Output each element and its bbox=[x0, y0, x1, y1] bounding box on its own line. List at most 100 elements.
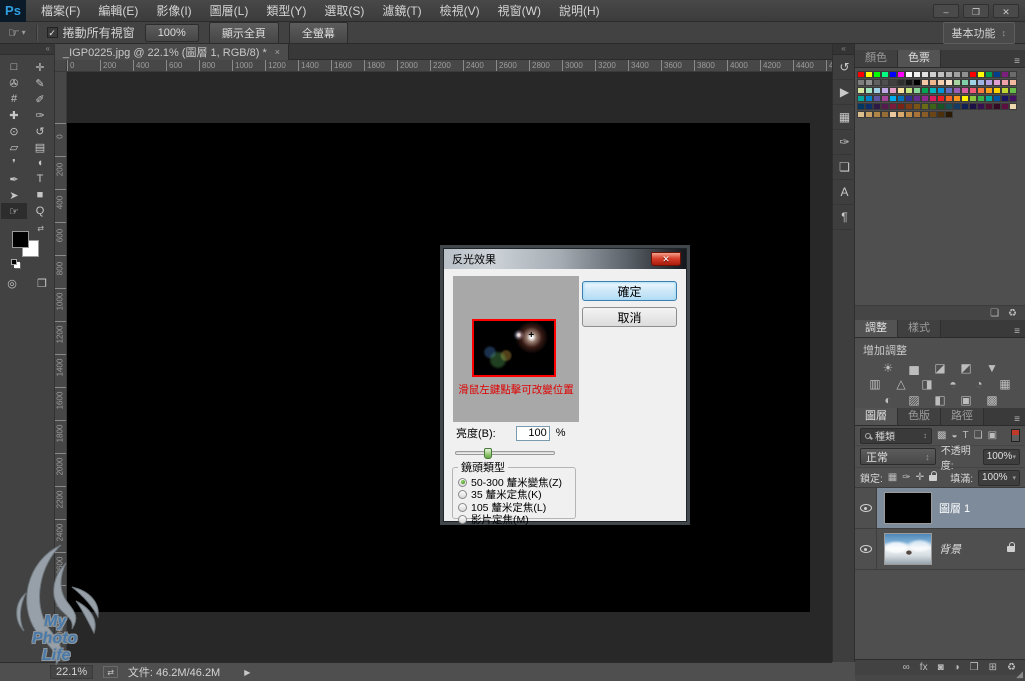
visibility-toggle[interactable] bbox=[855, 529, 877, 569]
threshold-icon[interactable]: ◧ bbox=[932, 393, 948, 407]
filter-smart-object-icon[interactable]: ▣ bbox=[988, 430, 997, 441]
color-swatch[interactable] bbox=[953, 71, 961, 78]
color-swatch[interactable] bbox=[921, 71, 929, 78]
filter-shape-icon[interactable]: ❏ bbox=[974, 430, 983, 441]
color-swatch[interactable] bbox=[945, 87, 953, 94]
color-swatch[interactable] bbox=[865, 79, 873, 86]
color-swatch[interactable] bbox=[897, 87, 905, 94]
link-layers-icon[interactable]: ∞ bbox=[903, 662, 910, 673]
channel-mixer-icon[interactable]: ◔ bbox=[971, 377, 987, 391]
hand-tool-icon[interactable]: ☞ bbox=[8, 25, 20, 41]
expand-panels-icon[interactable]: « bbox=[833, 44, 854, 55]
color-swatch[interactable] bbox=[937, 95, 945, 102]
color-swatch[interactable] bbox=[1009, 71, 1017, 78]
color-swatch[interactable] bbox=[969, 95, 977, 102]
eraser-tool[interactable]: ▱ bbox=[1, 139, 27, 155]
color-swatch[interactable] bbox=[857, 71, 865, 78]
color-swatch[interactable] bbox=[961, 79, 969, 86]
visibility-toggle[interactable] bbox=[855, 488, 877, 528]
tab-paths[interactable]: 路徑 bbox=[941, 408, 984, 425]
color-swatch[interactable] bbox=[945, 111, 953, 118]
color-swatch[interactable] bbox=[889, 111, 897, 118]
color-swatch[interactable] bbox=[897, 111, 905, 118]
color-swatch[interactable] bbox=[905, 103, 913, 110]
dialog-title-bar[interactable]: 反光效果 ✕ bbox=[444, 249, 686, 269]
slider-thumb[interactable] bbox=[484, 448, 492, 459]
color-swatch[interactable] bbox=[937, 111, 945, 118]
color-swatch[interactable] bbox=[865, 95, 873, 102]
color-swatch[interactable] bbox=[977, 95, 985, 102]
lens-option-radio[interactable]: 影片定焦(M) bbox=[458, 514, 570, 527]
path-selection-tool[interactable]: ➤ bbox=[1, 187, 27, 203]
color-swatch[interactable] bbox=[857, 111, 865, 118]
color-swatch[interactable] bbox=[873, 95, 881, 102]
maximize-button[interactable]: ❐ bbox=[963, 4, 989, 18]
color-swatch[interactable] bbox=[873, 71, 881, 78]
color-swatch[interactable] bbox=[937, 79, 945, 86]
layer-style-icon[interactable]: fx bbox=[920, 662, 928, 673]
color-swatch[interactable] bbox=[873, 79, 881, 86]
horizontal-ruler[interactable]: 0200400600800100012001400160018002000220… bbox=[55, 60, 832, 72]
actual-pixels-button[interactable]: 100% bbox=[145, 24, 199, 42]
color-swatch[interactable] bbox=[985, 71, 993, 78]
new-group-icon[interactable]: ❒ bbox=[970, 662, 979, 673]
close-window-button[interactable]: ✕ bbox=[993, 4, 1019, 18]
tool-preset-dropdown-icon[interactable]: ▾ bbox=[22, 28, 26, 37]
color-swatch[interactable] bbox=[913, 103, 921, 110]
color-swatch[interactable] bbox=[865, 103, 873, 110]
dialog-close-button[interactable]: ✕ bbox=[651, 252, 681, 266]
menu-item[interactable]: 視窗(W) bbox=[489, 0, 550, 22]
color-swatch[interactable] bbox=[961, 95, 969, 102]
layer-row-background[interactable]: 背景 bbox=[855, 529, 1025, 570]
cancel-button[interactable]: 取消 bbox=[582, 307, 677, 327]
flare-preview-area[interactable]: + 滑鼠左鍵點擊可改變位置 bbox=[453, 276, 579, 422]
history-panel-icon[interactable]: ↺ bbox=[833, 55, 856, 80]
foreground-color-swatch[interactable] bbox=[12, 231, 29, 248]
panel-menu-icon[interactable]: ≡ bbox=[1014, 414, 1020, 425]
color-swatch[interactable] bbox=[921, 79, 929, 86]
color-swatch[interactable] bbox=[1009, 87, 1017, 94]
filter-toggle[interactable] bbox=[1011, 429, 1020, 442]
background-thumbnail[interactable] bbox=[884, 533, 932, 565]
color-swatch[interactable] bbox=[889, 79, 897, 86]
color-swatch[interactable] bbox=[857, 79, 865, 86]
zoom-level-field[interactable]: 22.1% bbox=[50, 665, 93, 679]
color-swatch[interactable] bbox=[985, 95, 993, 102]
brightness-contrast-icon[interactable]: ☀ bbox=[880, 361, 896, 375]
color-swatch[interactable] bbox=[993, 71, 1001, 78]
shape-tool[interactable]: ■ bbox=[27, 187, 53, 203]
color-swatch[interactable] bbox=[1001, 71, 1009, 78]
color-swatch[interactable] bbox=[905, 111, 913, 118]
color-swatch[interactable] bbox=[977, 87, 985, 94]
color-swatch[interactable] bbox=[913, 79, 921, 86]
menu-item[interactable]: 影像(I) bbox=[147, 0, 200, 22]
gradient-map-icon[interactable]: ▩ bbox=[984, 393, 1000, 407]
color-swatch[interactable] bbox=[1001, 87, 1009, 94]
color-swatch[interactable] bbox=[921, 87, 929, 94]
color-swatch[interactable] bbox=[873, 87, 881, 94]
color-swatch[interactable] bbox=[945, 79, 953, 86]
color-swatch[interactable] bbox=[929, 87, 937, 94]
ruler-origin[interactable] bbox=[55, 60, 67, 72]
styles-panel-icon[interactable]: ▦ bbox=[833, 105, 856, 130]
ok-button[interactable]: 確定 bbox=[582, 281, 677, 301]
menu-item[interactable]: 類型(Y) bbox=[257, 0, 315, 22]
workspace-switcher[interactable]: 基本功能 ↕ bbox=[943, 22, 1016, 44]
color-swatch[interactable] bbox=[937, 87, 945, 94]
color-swatch[interactable] bbox=[945, 103, 953, 110]
color-swatch[interactable] bbox=[937, 103, 945, 110]
color-swatch[interactable] bbox=[953, 103, 961, 110]
color-swatch[interactable] bbox=[897, 103, 905, 110]
color-swatch[interactable] bbox=[1009, 95, 1017, 102]
black-white-icon[interactable]: ◨ bbox=[919, 377, 935, 391]
color-swatch[interactable] bbox=[953, 95, 961, 102]
color-swatch[interactable] bbox=[897, 95, 905, 102]
dodge-tool[interactable]: ◖ bbox=[27, 155, 53, 171]
delete-swatch-icon[interactable]: ♻ bbox=[1008, 308, 1017, 319]
eyedropper-tool[interactable]: ✐ bbox=[27, 91, 53, 107]
color-swatch[interactable] bbox=[945, 71, 953, 78]
color-swatch[interactable] bbox=[953, 79, 961, 86]
color-swatch[interactable] bbox=[977, 79, 985, 86]
layer-name[interactable]: 背景 bbox=[939, 541, 961, 557]
minimize-button[interactable]: – bbox=[933, 4, 959, 18]
